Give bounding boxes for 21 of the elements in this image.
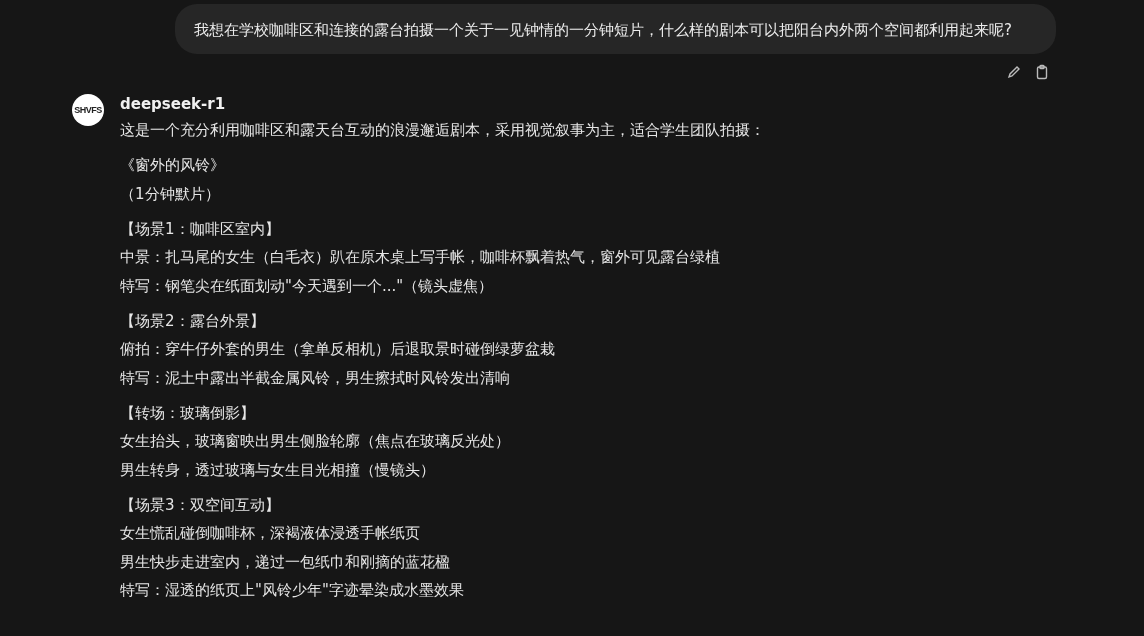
reply-line: 《窗外的风铃》: [120, 155, 226, 176]
edit-icon[interactable]: [1006, 64, 1022, 80]
reply-line: 【转场：玻璃倒影】: [120, 402, 256, 424]
copy-icon[interactable]: [1034, 64, 1050, 80]
reply-line: 中景：扎马尾的女生（白毛衣）趴在原木桌上写手帐，咖啡杯飘着热气，窗外可见露台绿植: [120, 247, 721, 268]
reply-line: （1分钟默片）: [120, 183, 221, 205]
user-message: 我想在学校咖啡区和连接的露台拍摄一个关于一见钟情的一分钟短片，什么样的剧本可以把阳台内外两个空间都利用起来呢?: [175, 4, 1056, 54]
reply-line: 特写：泥土中露出半截金属风铃，男生擦拭时风铃发出清响: [120, 367, 511, 389]
reply-line: 男生转身，透过玻璃与女生目光相撞（慢镜头）: [120, 459, 436, 481]
reply-line: 男生快步走进室内，递过一包纸巾和刚摘的蓝花楹: [120, 551, 451, 573]
reply-line: 特写：湿透的纸页上"风铃少年"字迹晕染成水墨效果: [120, 580, 465, 601]
reply-line: 这是一个充分利用咖啡区和露天台互动的浪漫邂逅剧本，采用视觉叙事为主，适合学生团队拍摄：: [120, 120, 765, 141]
reply-line: 俯拍：穿牛仔外套的男生（拿单反相机）后退取景时碰倒绿萝盆栽: [120, 339, 556, 360]
reply-line: 女生抬头，玻璃窗映出男生侧脸轮廓（焦点在玻璃反光处）: [120, 431, 511, 452]
reply-line: 特写：钢笔尖在纸面划动"今天遇到一个..."（镜头虚焦）: [120, 275, 495, 297]
reply-line: 【场景3：双空间互动】: [120, 494, 281, 516]
reply-line: 【场景1：咖啡区室内】: [120, 218, 281, 240]
reply-line: 【场景2：露台外景】: [120, 310, 266, 332]
avatar-logo: SHVFS: [72, 94, 104, 126]
reply-line: 女生慌乱碰倒咖啡杯，深褐液体浸透手帐纸页: [120, 523, 421, 544]
model-name: deepseek-r1: [120, 94, 227, 115]
